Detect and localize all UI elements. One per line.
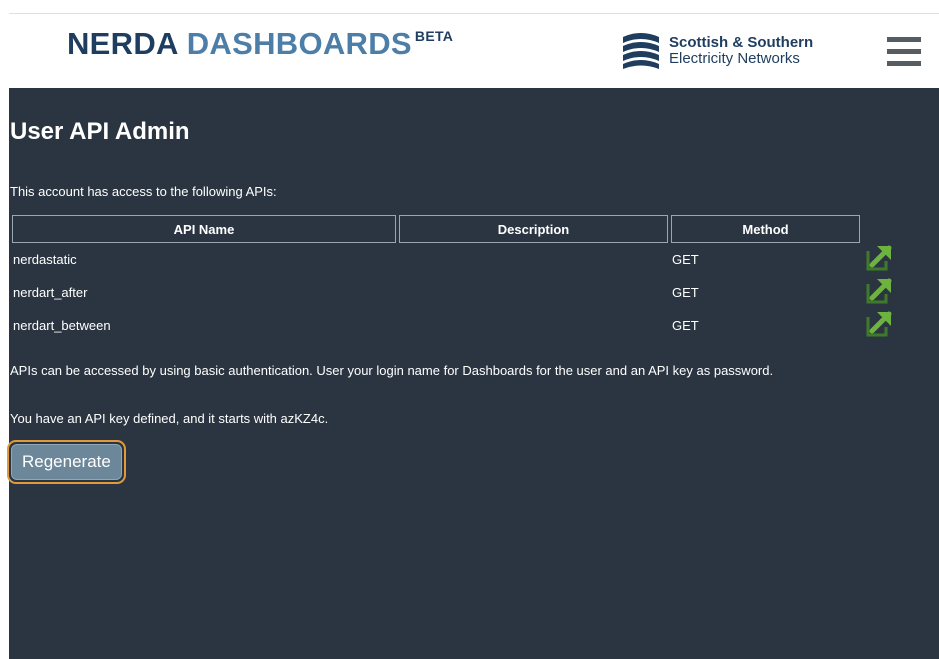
api-description-cell [399,309,668,342]
partner-logo: Scottish & Southern Electricity Networks [621,30,813,72]
main-content: User API Admin This account has access t… [7,88,939,659]
brand-logo[interactable]: NERDA DASHBOARDS BETA [67,28,453,59]
table-header-row: API Name Description Method [12,215,897,243]
table-row: nerdastatic GET [12,243,897,276]
api-description-cell [399,243,668,276]
regenerate-button[interactable]: Regenerate [11,444,122,480]
external-link-icon[interactable] [864,243,894,273]
column-header-api-name: API Name [12,215,396,243]
beta-badge: BETA [414,28,454,44]
api-table: API Name Description Method nerdastatic … [9,215,900,342]
api-name-cell: nerdastatic [13,252,77,267]
brand-name-part2: DASHBOARDS [186,26,412,61]
api-method-cell: GET [672,318,699,333]
sse-wave-icon [623,33,659,69]
api-name-cell: nerdart_between [13,318,111,333]
app-frame: NERDA DASHBOARDS BETA Scottish & Southern … [7,13,939,659]
api-name-cell: nerdart_after [13,285,88,300]
api-link-cell [863,309,897,342]
api-link-cell [863,276,897,309]
hamburger-menu-icon[interactable] [887,37,921,67]
regenerate-focus-ring: Regenerate [7,440,126,484]
api-method-cell: GET [672,285,699,300]
column-header-description: Description [399,215,668,243]
partner-name-line2: Electricity Networks [669,50,800,67]
auth-instructions: APIs can be accessed by using basic auth… [10,363,774,378]
header-bar: NERDA DASHBOARDS BETA Scottish & Southern … [9,13,939,89]
table-row: nerdart_between GET [12,309,897,342]
partner-name-line1: Scottish & Southern [669,34,814,52]
column-header-link [863,215,897,243]
brand-name-part1: NERDA [67,26,179,61]
external-link-icon[interactable] [864,276,894,306]
column-header-method: Method [671,215,860,243]
external-link-icon[interactable] [864,309,894,339]
api-description-cell [399,276,668,309]
table-row: nerdart_after GET [12,276,897,309]
api-method-cell: GET [672,252,699,267]
api-link-cell [863,243,897,276]
intro-text: This account has access to the following… [10,184,277,199]
page-title: User API Admin [10,118,190,145]
api-key-status: You have an API key defined, and it star… [10,411,329,426]
